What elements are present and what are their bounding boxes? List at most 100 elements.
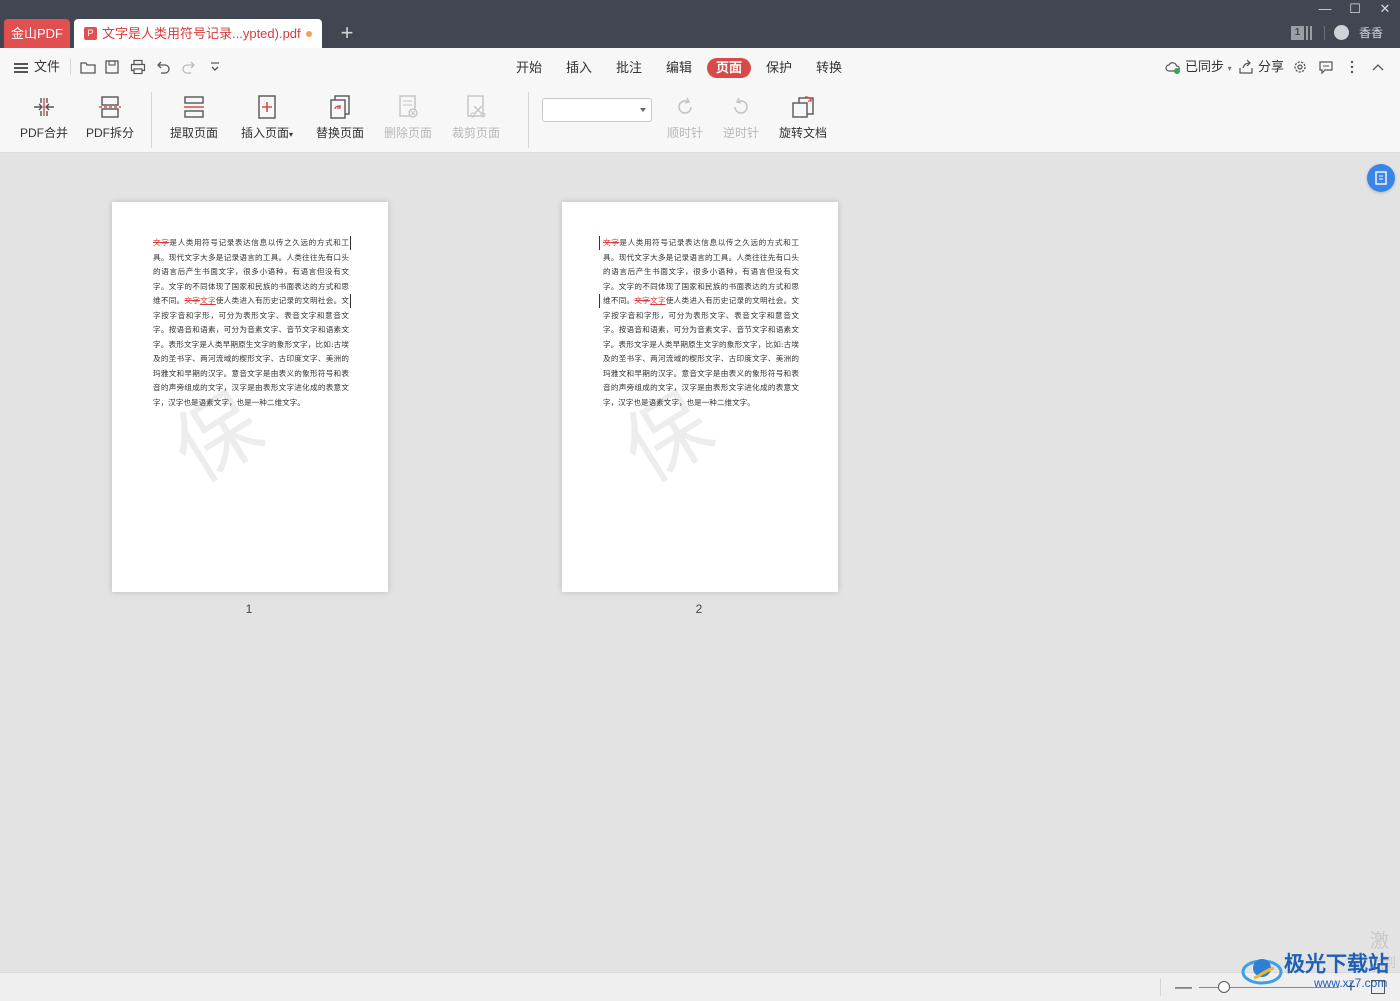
undo-icon[interactable] — [155, 59, 171, 75]
side-panel-button[interactable] — [1367, 164, 1395, 192]
share-icon — [1238, 59, 1254, 75]
customize-toolbar-icon[interactable] — [207, 59, 223, 75]
delete-page-label: 删除页面 — [383, 126, 432, 140]
zoom-slider-handle[interactable] — [1218, 981, 1231, 993]
revision-mark — [350, 236, 351, 250]
sync-status-button[interactable]: 已同步 ▾ — [1185, 48, 1232, 86]
rotate-counterclockwise-button[interactable]: 逆时针 — [718, 94, 764, 146]
tab-edit[interactable]: 编辑 — [661, 58, 697, 78]
new-tab-button[interactable]: + — [336, 20, 358, 46]
page-count-label: 1 — [1291, 26, 1304, 40]
divider — [1160, 978, 1161, 996]
rotate-document-icon — [792, 96, 814, 118]
divider — [1324, 26, 1325, 40]
save-icon[interactable] — [104, 59, 120, 75]
chevron-down-icon — [640, 108, 646, 112]
page-number: 1 — [245, 602, 253, 616]
page-text: 文字是人类用符号记录表达信息以传之久远的方式和工具。现代文字大多是记录语言的工具… — [153, 236, 349, 410]
redo-icon[interactable] — [181, 59, 197, 75]
page-text: 文字是人类用符号记录表达信息以传之久远的方式和工具。现代文字大多是记录语言的工具… — [603, 236, 799, 410]
tab-annotate[interactable]: 批注 — [611, 58, 647, 78]
extract-pages-label: 提取页面 — [169, 126, 218, 140]
tab-start[interactable]: 开始 — [511, 58, 547, 78]
document-tab-title: 文字是人类用符号记录...ypted).pdf — [102, 26, 301, 41]
document-tab[interactable]: P 文字是人类用符号记录...ypted).pdf — [74, 19, 322, 48]
maximize-button[interactable]: ☐ — [1341, 0, 1369, 18]
body-text: 是人类用符号记录表达信息以传之久远的方式和工具。现代文字大多是记录语言的工具。人… — [603, 238, 800, 305]
revision-mark — [350, 294, 351, 308]
rotate-document-label: 旋转文档 — [778, 126, 827, 140]
body-text: 是人类用符号记录表达信息以传之久远的方式和工具。现代文字大多是记录语言的工具。人… — [153, 238, 350, 305]
page-number: 2 — [695, 602, 703, 616]
menu-bar: 文件 开始 插入 批注 编辑 页面 保护 转换 已同步 ▾ 分享 — [0, 48, 1400, 86]
close-button[interactable]: ✕ — [1371, 0, 1399, 18]
page-thumbnail[interactable]: 保 文字是人类用符号记录表达信息以传之久远的方式和工具。现代文字大多是记录语言的… — [112, 202, 388, 592]
tab-protect[interactable]: 保护 — [761, 58, 797, 78]
title-bar: 金山PDF P 文字是人类用符号记录...ypted).pdf + 1 香香 —… — [0, 0, 1400, 48]
cloud-sync-icon — [1165, 59, 1181, 75]
delete-page-button[interactable]: 删除页面 — [380, 94, 436, 146]
badge-bar — [1306, 26, 1308, 40]
page-range-select[interactable] — [542, 98, 652, 122]
site-logo: 极光下载站 www.xz7.com — [1240, 948, 1390, 992]
tab-convert[interactable]: 转换 — [811, 58, 847, 78]
rotate-counterclockwise-icon — [734, 97, 748, 114]
unsaved-indicator-icon — [306, 31, 312, 37]
comment-icon[interactable] — [1318, 59, 1334, 75]
insert-page-icon — [258, 95, 276, 119]
open-folder-icon[interactable] — [80, 59, 96, 75]
badge-bar — [1310, 26, 1312, 40]
split-icon — [99, 96, 121, 118]
rotate-clockwise-button[interactable]: 顺时针 — [662, 94, 708, 146]
file-menu-label: 文件 — [34, 59, 61, 74]
tab-page[interactable]: 页面 — [707, 58, 751, 78]
extract-page-icon — [184, 96, 204, 118]
body-text: 使人类进入有历史记录的文明社会。文字按字音和字形，可分为表形文字、表音文字和意音… — [153, 296, 350, 407]
delete-page-icon — [399, 95, 418, 118]
inserted-text: 文字 — [650, 296, 666, 305]
site-logo-text: 极光下载站 — [1284, 953, 1389, 976]
site-url: www.xz7.com — [1314, 976, 1388, 990]
more-options-icon[interactable] — [1344, 59, 1360, 75]
crop-page-button[interactable]: 裁剪页面 — [448, 94, 504, 146]
tab-insert[interactable]: 插入 — [561, 58, 597, 78]
insert-page-button[interactable]: 插入页面▾ — [236, 94, 298, 146]
pdf-merge-button[interactable]: PDF合并 — [18, 94, 70, 146]
insert-page-text: 插入页面 — [240, 126, 289, 140]
rotate-clockwise-label: 顺时针 — [666, 126, 703, 140]
file-menu-button[interactable]: 文件 — [14, 48, 60, 86]
collapse-ribbon-icon[interactable] — [1370, 59, 1386, 75]
minimize-button[interactable]: — — [1311, 0, 1339, 18]
extract-pages-button[interactable]: 提取页面 — [166, 94, 222, 146]
share-button[interactable]: 分享 — [1258, 48, 1284, 86]
pdf-split-button[interactable]: PDF拆分 — [84, 94, 136, 146]
divider — [151, 92, 152, 148]
site-logo-icon — [1241, 959, 1283, 985]
app-tab[interactable]: 金山PDF — [4, 19, 70, 48]
hamburger-icon — [14, 62, 28, 73]
page-thumbnail[interactable]: 保 文字是人类用符号记录表达信息以传之久远的方式和工具。现代文字大多是记录语言的… — [562, 202, 838, 592]
pdf-file-icon: P — [84, 27, 97, 40]
gear-icon[interactable] — [1292, 59, 1308, 75]
page-count-badge[interactable]: 1 — [1291, 26, 1313, 40]
inserted-text: 文字 — [200, 296, 216, 305]
divider — [528, 92, 529, 148]
avatar[interactable] — [1334, 25, 1349, 40]
deleted-text: 文字 — [184, 296, 201, 305]
replace-page-icon — [330, 95, 350, 119]
revision-mark — [599, 236, 600, 250]
page-view-icon — [1375, 171, 1387, 185]
divider — [70, 59, 71, 75]
crop-page-icon — [467, 95, 486, 118]
pdf-split-label: PDF拆分 — [85, 126, 134, 140]
chevron-down-icon: ▾ — [289, 130, 294, 139]
user-name[interactable]: 香香 — [1359, 24, 1383, 41]
rotate-document-button[interactable]: 旋转文档 — [776, 94, 830, 146]
status-bar: — + — [0, 972, 1400, 1001]
deleted-text: 文字 — [634, 296, 651, 305]
rotate-counterclockwise-label: 逆时针 — [722, 126, 759, 140]
print-icon[interactable] — [130, 59, 146, 75]
replace-page-button[interactable]: 替换页面 — [312, 94, 368, 146]
zoom-out-button[interactable]: — — [1175, 978, 1192, 996]
replace-page-label: 替换页面 — [315, 126, 364, 140]
